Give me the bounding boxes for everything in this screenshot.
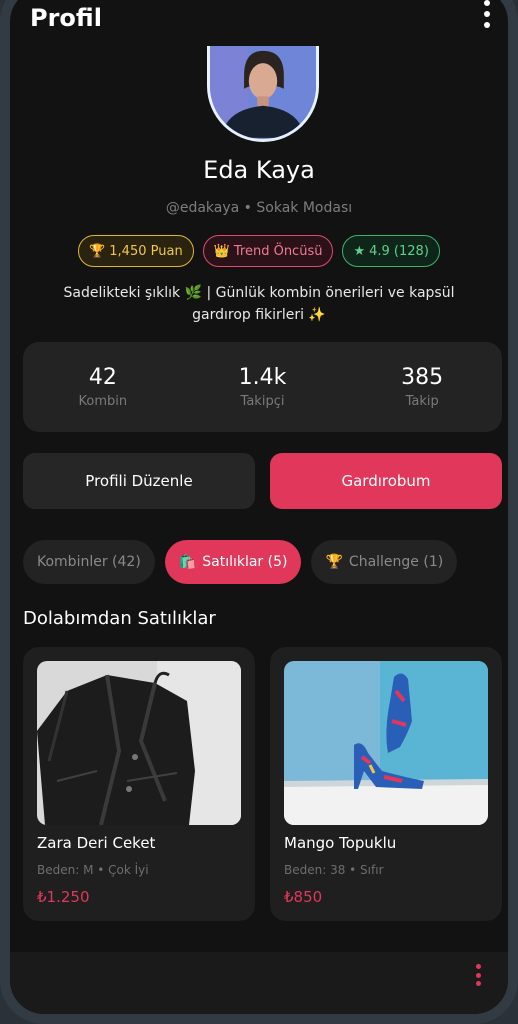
profile-handle: @edakaya • Sokak Modası [165, 200, 353, 216]
trend-badge[interactable]: 👑 Trend Öncüsü [202, 235, 334, 267]
more-vertical-icon[interactable] [474, 964, 482, 986]
listing-card[interactable]: Zara Deri Ceket Beden: M • Çok İyi ₺1.25… [23, 647, 255, 921]
stat-label: Kombin [78, 394, 128, 409]
bio-line: gardırop fikirleri ✨ [192, 307, 326, 323]
leather-jacket-image [37, 661, 241, 825]
tab-for-sale[interactable]: 🛍️ Satılıklar (5) [164, 540, 302, 584]
bottom-navigation [10, 952, 508, 1014]
shopping-bags-icon: 🛍️ [178, 554, 197, 570]
tab-outfits[interactable]: Kombinler (42) [23, 540, 155, 584]
stats-panel: 42 Kombin 1.4k Takipçi 385 Takip [23, 342, 502, 432]
listing-meta: Beden: 38 • Sıfır [284, 863, 384, 877]
stat-followers[interactable]: 1.4k Takipçi [183, 342, 343, 432]
phone-frame: Profil Eda Kaya @edakaya • Sokak Modası … [0, 0, 518, 1024]
wardrobe-button[interactable]: Gardırobum [270, 453, 502, 509]
listing-title: Zara Deri Ceket [37, 834, 156, 852]
tab-label: Satılıklar (5) [202, 554, 288, 570]
avatar-photo [210, 47, 316, 138]
listing-meta: Beden: M • Çok İyi [37, 863, 149, 877]
listing-card[interactable]: Mango Topuklu Beden: 38 • Sıfır ₺850 [270, 647, 502, 921]
stat-following[interactable]: 385 Takip [342, 342, 502, 432]
profile-screen: Profil Eda Kaya @edakaya • Sokak Modası … [10, 0, 508, 1014]
trend-badge-label: Trend Öncüsü [233, 243, 323, 259]
stat-label: Takip [405, 394, 439, 409]
profile-bio: Sadelikteki şıklık 🌿 | Günlük kombin öne… [50, 282, 468, 326]
profile-tabs: Kombinler (42) 🛍️ Satılıklar (5) 🏆 Chall… [23, 540, 458, 584]
more-vertical-icon[interactable] [478, 0, 496, 28]
tab-challenge[interactable]: 🏆 Challenge (1) [311, 540, 458, 584]
tab-label: Kombinler (42) [37, 554, 141, 570]
stat-label: Takipçi [240, 394, 285, 409]
avatar[interactable] [207, 46, 319, 142]
bio-line: Sadelikteki şıklık 🌿 | Günlük kombin öne… [63, 285, 455, 301]
points-badge[interactable]: 🏆 1,450 Puan [78, 235, 194, 267]
rating-badge-label: 4.9 (128) [369, 243, 429, 259]
page-title: Profil [30, 4, 102, 32]
section-title: Dolabımdan Satılıklar [23, 608, 216, 629]
stat-value: 42 [88, 365, 117, 390]
stat-value: 1.4k [238, 365, 287, 390]
badge-row: 🏆 1,450 Puan 👑 Trend Öncüsü ★ 4.9 (128) [10, 235, 508, 267]
stat-outfits[interactable]: 42 Kombin [23, 342, 183, 432]
points-badge-label: 1,450 Puan [109, 243, 183, 259]
star-icon: ★ [353, 243, 366, 259]
listing-title: Mango Topuklu [284, 834, 397, 852]
listing-price: ₺850 [284, 888, 323, 906]
listing-price: ₺1.250 [37, 888, 90, 906]
tab-label: Challenge (1) [348, 554, 444, 570]
edit-profile-button[interactable]: Profili Düzenle [23, 453, 255, 509]
profile-name: Eda Kaya [203, 156, 315, 184]
rating-badge[interactable]: ★ 4.9 (128) [342, 235, 440, 267]
trophy-icon: 🏆 [325, 554, 343, 570]
crown-icon: 👑 [213, 243, 230, 259]
stat-value: 385 [401, 365, 444, 390]
heels-image [284, 661, 488, 825]
trophy-icon: 🏆 [89, 243, 106, 259]
